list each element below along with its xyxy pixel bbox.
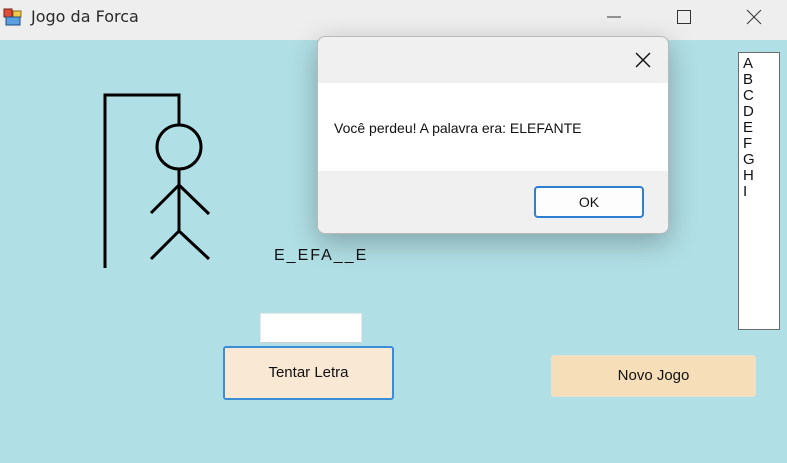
used-letter-item[interactable]: C [743,88,779,104]
used-letter-item[interactable]: D [743,104,779,120]
letter-input[interactable] [260,313,362,343]
used-letter-item[interactable]: G [743,152,779,168]
used-letters-items: ABCDEFGHI [739,53,779,200]
minimize-icon [607,16,621,18]
ok-button[interactable]: OK [534,186,644,218]
dialog-content: Você perdeu! A palavra era: ELEFANTE [318,83,668,171]
used-letter-item[interactable]: F [743,136,779,152]
hangman-left-arm [149,183,181,215]
new-game-button[interactable]: Novo Jogo [551,355,756,397]
close-window-button[interactable] [731,0,777,34]
try-letter-button[interactable]: Tentar Letra [223,346,394,400]
used-letter-item[interactable]: I [743,184,779,200]
hangman-right-arm [177,183,211,216]
masked-word: E_EFA__E [274,247,369,264]
used-letter-item[interactable]: A [743,56,779,72]
close-icon [635,52,651,68]
hangman-drawing [103,93,211,268]
hangman-right-leg [177,229,211,261]
title-bar: Jogo da Forca [0,0,787,40]
dialog-message: Você perdeu! A palavra era: ELEFANTE [334,120,582,136]
used-letter-item[interactable]: B [743,72,779,88]
minimize-button[interactable] [591,0,637,34]
close-icon [746,9,762,25]
hangman-figure [149,123,211,261]
used-letter-item[interactable]: E [743,120,779,136]
message-dialog: Você perdeu! A palavra era: ELEFANTE OK [317,36,669,234]
used-letters-list[interactable]: ABCDEFGHI [738,52,780,330]
hangman-head [155,123,203,171]
used-letter-item[interactable]: H [743,168,779,184]
window-title: Jogo da Forca [31,7,139,26]
app-icon [3,8,23,26]
maximize-button[interactable] [661,0,707,34]
maximize-icon [677,10,691,24]
hangman-left-leg [149,229,181,261]
dialog-close-button[interactable] [630,47,656,73]
